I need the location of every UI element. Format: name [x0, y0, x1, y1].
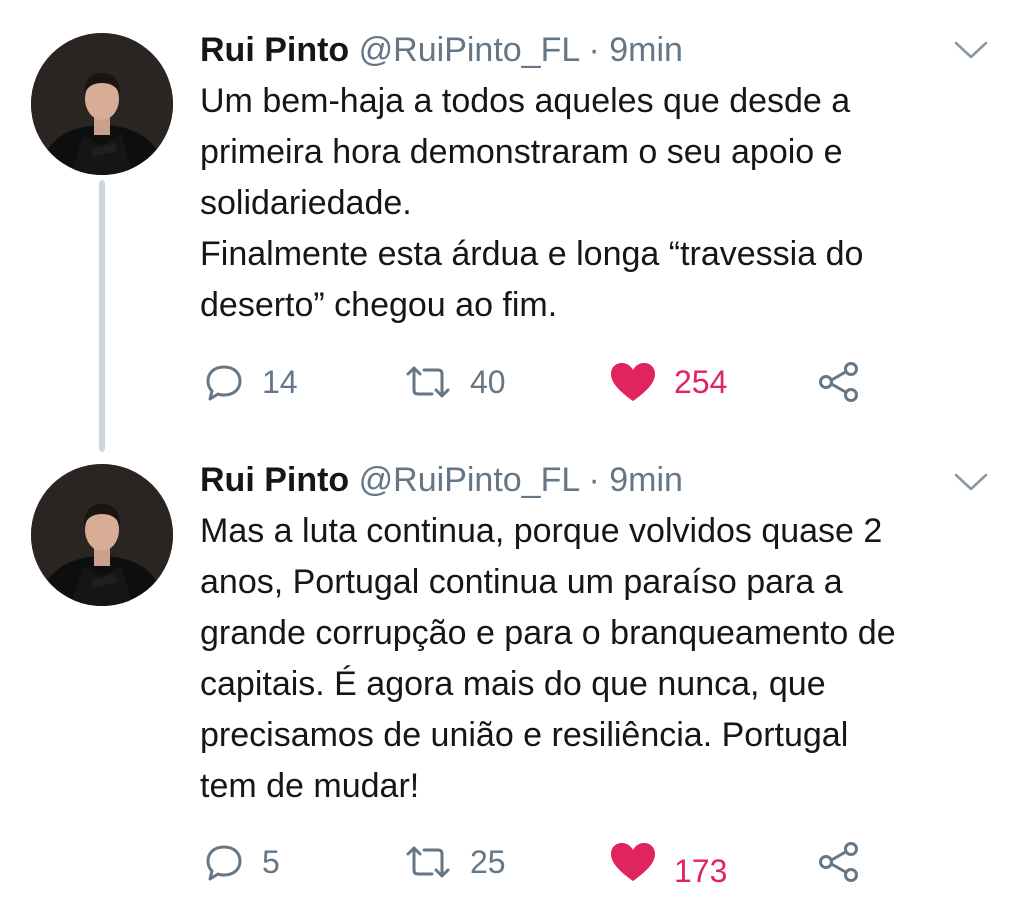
tweet-time[interactable]: 9min — [609, 31, 683, 69]
author-name[interactable]: Rui Pinto — [200, 31, 349, 69]
tweet[interactable]: Rui Pinto @RuiPinto_FL · 9min Mas a luta… — [0, 440, 1024, 918]
share-icon — [819, 362, 858, 402]
chevron-down-icon[interactable] — [954, 40, 988, 60]
tweet-actions: 5 25 173 — [0, 837, 1024, 889]
reply-button[interactable]: 14 — [204, 357, 298, 407]
reply-button[interactable]: 5 — [204, 837, 280, 887]
reply-count: 14 — [262, 363, 298, 400]
share-icon — [819, 842, 858, 882]
tweet-text-line: capitais. É agora mais do que nunca, que — [200, 665, 826, 703]
like-count: 254 — [674, 363, 728, 400]
reply-icon — [206, 365, 242, 401]
author-handle[interactable]: @RuiPinto_FL — [359, 461, 579, 499]
tweet-text-line: Mas a luta continua, porque volvidos qua… — [200, 512, 883, 550]
separator-dot: · — [588, 31, 600, 69]
tweet-text-line: tem de mudar! — [200, 767, 420, 805]
retweet-count: 25 — [470, 843, 506, 880]
heart-icon — [611, 363, 655, 401]
tweet-text-line: Finalmente esta árdua e longa “travessia… — [200, 235, 864, 273]
avatar[interactable] — [31, 33, 173, 175]
tweet-header: Rui Pinto @RuiPinto_FL · 9min — [200, 30, 683, 70]
avatar-photo — [31, 33, 173, 175]
tweet-text-line: precisamos de união e resiliência. Portu… — [200, 716, 849, 754]
share-button[interactable] — [818, 837, 860, 887]
reply-icon — [206, 845, 242, 881]
retweet-icon — [406, 846, 450, 878]
like-count: 173 — [674, 852, 728, 889]
thread-line — [99, 180, 105, 452]
avatar[interactable] — [31, 464, 173, 606]
tweet-text: Um bem-haja a todos aqueles que desde a … — [200, 76, 1000, 331]
tweet-text-line: solidariedade. — [200, 184, 412, 222]
reply-count: 5 — [262, 843, 280, 880]
tweet-actions: 14 40 254 — [0, 357, 1024, 407]
tweet-text-line: Um bem-haja a todos aqueles que desde a — [200, 82, 851, 120]
tweet[interactable]: Rui Pinto @RuiPinto_FL · 9min Um bem-haj… — [0, 0, 1024, 452]
retweet-count: 40 — [470, 363, 506, 400]
tweet-text-line: deserto” chegou ao fim. — [200, 286, 558, 324]
retweet-button[interactable]: 40 — [404, 357, 506, 407]
tweet-time[interactable]: 9min — [609, 461, 683, 499]
author-handle[interactable]: @RuiPinto_FL — [359, 31, 579, 69]
tweet-text: Mas a luta continua, porque volvidos qua… — [200, 506, 1000, 812]
chevron-down-icon[interactable] — [954, 472, 988, 492]
retweet-button[interactable]: 25 — [404, 837, 506, 887]
author-name[interactable]: Rui Pinto — [200, 461, 349, 499]
share-button[interactable] — [818, 357, 860, 407]
like-button[interactable]: 173 — [610, 837, 728, 889]
heart-icon — [611, 843, 655, 881]
separator-dot: · — [588, 461, 600, 499]
avatar-photo — [31, 464, 173, 606]
tweet-text-line: anos, Portugal continua um paraíso para … — [200, 563, 843, 601]
tweet-text-line: grande corrupção e para o branqueamento … — [200, 614, 896, 652]
tweet-header: Rui Pinto @RuiPinto_FL · 9min — [200, 460, 683, 500]
like-button[interactable]: 254 — [610, 357, 727, 407]
tweet-text-line: primeira hora demonstraram o seu apoio e — [200, 133, 843, 171]
retweet-icon — [406, 366, 450, 398]
